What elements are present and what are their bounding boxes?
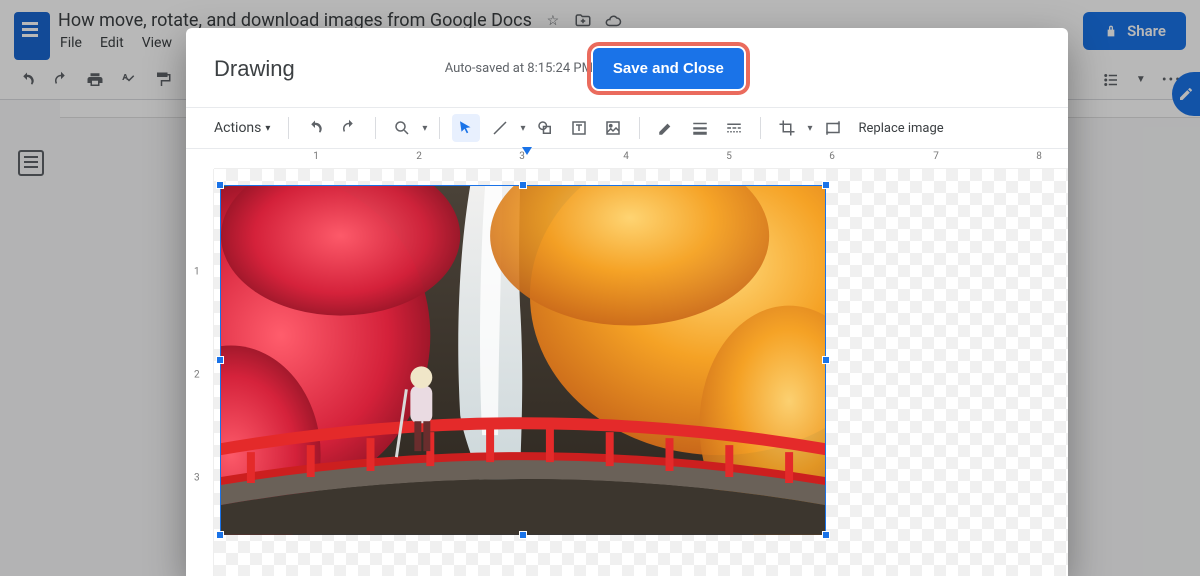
resize-handle[interactable] — [519, 531, 527, 539]
ruler-marker-icon[interactable] — [522, 147, 532, 155]
share-button[interactable]: Share — [1083, 12, 1186, 50]
print-icon[interactable] — [86, 71, 104, 89]
redo-icon[interactable] — [52, 71, 70, 89]
textbox-tool-icon[interactable] — [565, 114, 593, 142]
move-to-folder-icon[interactable] — [574, 12, 592, 30]
border-dash-icon[interactable] — [720, 114, 748, 142]
docs-logo-icon[interactable] — [14, 12, 50, 60]
select-tool-icon[interactable] — [452, 114, 480, 142]
resize-handle[interactable] — [216, 181, 224, 189]
image-tool-icon[interactable] — [599, 114, 627, 142]
dropdown-icon[interactable]: ▼ — [1136, 74, 1146, 85]
border-weight-icon[interactable] — [686, 114, 714, 142]
save-and-close-button[interactable]: Save and Close — [593, 48, 744, 89]
paint-format-icon[interactable] — [154, 71, 172, 89]
line-dropdown-icon[interactable]: ▾ — [520, 123, 525, 134]
star-icon[interactable]: ☆ — [544, 12, 562, 30]
cloud-status-icon[interactable] — [604, 12, 622, 30]
dialog-title: Drawing — [214, 56, 295, 82]
undo-icon[interactable] — [18, 71, 36, 89]
drawing-dialog: Drawing Auto-saved at 8:15:24 PM Save an… — [186, 28, 1068, 576]
resize-handle[interactable] — [519, 181, 527, 189]
actions-menu[interactable]: Actions▾ — [208, 116, 276, 140]
resize-handle[interactable] — [216, 356, 224, 364]
drawing-vertical-ruler: 1 2 3 — [186, 169, 214, 576]
undo-icon[interactable] — [301, 114, 329, 142]
drawing-horizontal-ruler: 1 2 3 4 5 6 7 8 — [214, 149, 1068, 169]
autumn-waterfall-photo — [221, 186, 825, 535]
replace-image-button[interactable]: Replace image — [859, 121, 944, 136]
reset-image-icon[interactable] — [819, 114, 847, 142]
shape-tool-icon[interactable] — [531, 114, 559, 142]
line-tool-icon[interactable] — [486, 114, 514, 142]
mask-dropdown-icon[interactable]: ▾ — [807, 123, 812, 134]
menu-file[interactable]: File — [60, 35, 82, 51]
menu-view[interactable]: View — [142, 35, 172, 51]
selected-image[interactable] — [220, 185, 826, 535]
drawing-canvas[interactable] — [214, 169, 1068, 576]
resize-handle[interactable] — [822, 356, 830, 364]
menu-edit[interactable]: Edit — [100, 35, 124, 51]
resize-handle[interactable] — [822, 531, 830, 539]
crop-icon[interactable] — [773, 114, 801, 142]
border-color-icon[interactable] — [652, 114, 680, 142]
bullet-list-icon[interactable] — [1102, 71, 1120, 89]
drawing-toolbar: Actions▾ ▾ ▾ ▾ Replace image — [186, 108, 1068, 149]
zoom-dropdown-icon[interactable]: ▾ — [422, 123, 427, 134]
resize-handle[interactable] — [822, 181, 830, 189]
outline-icon[interactable] — [18, 150, 44, 176]
redo-icon[interactable] — [335, 114, 363, 142]
zoom-icon[interactable] — [388, 114, 416, 142]
autosave-status: Auto-saved at 8:15:24 PM — [445, 61, 593, 76]
spellcheck-icon[interactable] — [120, 71, 138, 89]
resize-handle[interactable] — [216, 531, 224, 539]
